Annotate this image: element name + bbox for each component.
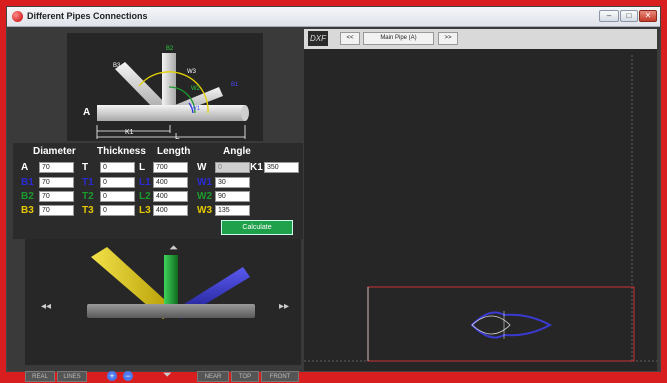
angle-label-w2: W2 — [197, 191, 212, 202]
dxf-intersection-curve — [470, 311, 553, 339]
thickness-input-b3[interactable]: 0 — [100, 205, 135, 216]
view-top-button[interactable]: TOP — [231, 371, 259, 382]
angle-label-w3: W3 — [197, 205, 212, 216]
pipe-diagram: A K1 L B3 B2 B1 W3 W2 W1 — [67, 33, 263, 141]
zoom-in-icon[interactable]: + — [107, 371, 117, 381]
length-label-l: L — [139, 162, 146, 173]
length-input-a[interactable]: 700 — [153, 162, 188, 173]
diagram-label-k1: K1 — [125, 129, 134, 136]
rotate-up-icon[interactable]: ⏶ — [169, 242, 178, 255]
diagram-label-b1: B1 — [231, 82, 239, 88]
angle-input-b2[interactable]: 90 — [215, 191, 250, 202]
zoom-out-icon[interactable]: − — [123, 371, 133, 381]
parameters-panel: Diameter Thickness Length Angle A 70 T 0… — [13, 143, 303, 239]
angle-label-w: W — [197, 162, 207, 173]
thickness-input-b1[interactable]: 0 — [100, 177, 135, 188]
maximize-button[interactable]: □ — [620, 10, 638, 22]
diameter-input-b2[interactable]: 70 — [39, 191, 74, 202]
header-thickness: Thickness — [97, 146, 146, 157]
branch-b3 — [115, 62, 167, 112]
angle-input-b1[interactable]: 30 — [215, 177, 250, 188]
diameter-input-b1[interactable]: 70 — [39, 177, 74, 188]
app-icon — [12, 11, 23, 22]
window-title: Different Pipes Connections — [27, 11, 148, 21]
prev-pipe-button[interactable]: << — [340, 32, 360, 45]
title-bar: Different Pipes Connections – □ ✕ — [7, 7, 660, 27]
view-front-button[interactable]: FRONT — [261, 371, 299, 382]
3d-main-pipe — [87, 304, 255, 318]
app-window: Different Pipes Connections – □ ✕ A K1 L… — [6, 6, 661, 382]
next-pipe-button[interactable]: >> — [438, 32, 458, 45]
main-pipe-end — [241, 105, 249, 121]
length-label-l1: L1 — [139, 177, 151, 188]
row-label-b3: B3 — [21, 205, 34, 216]
thickness-label-t3: T3 — [82, 205, 94, 216]
angle-input-b3[interactable]: 135 — [215, 205, 250, 216]
dxf-toolbar: DXF << Main Pipe (A) >> — [304, 29, 657, 49]
thickness-label-t: T — [82, 162, 89, 173]
branch-b2 — [162, 53, 176, 109]
view-real-button[interactable]: REAL — [25, 371, 55, 382]
minimize-button[interactable]: – — [599, 10, 619, 22]
rotate-left-icon[interactable]: ◂◂ — [41, 301, 51, 312]
view-near-button[interactable]: NEAR — [197, 371, 229, 382]
calculate-button[interactable]: Calculate — [221, 220, 293, 235]
thickness-input-a[interactable]: 0 — [100, 162, 135, 173]
diagram-label-b2: B2 — [166, 46, 174, 52]
diameter-input-a[interactable]: 70 — [39, 162, 74, 173]
length-input-b1[interactable]: 400 — [153, 177, 188, 188]
3d-viewer[interactable]: ⏶ ◂◂ ▸▸ — [25, 239, 301, 365]
header-angle: Angle — [223, 146, 251, 157]
angle-label-w1: W1 — [197, 177, 212, 188]
main-pipe — [97, 105, 245, 121]
left-panel: A K1 L B3 B2 B1 W3 W2 W1 Diameter Thickn… — [13, 29, 303, 382]
pipe-selector-button[interactable]: Main Pipe (A) — [363, 32, 434, 45]
diagram-label-b3: B3 — [113, 63, 121, 69]
length-label-l2: L2 — [139, 191, 151, 202]
row-label-b1: B1 — [21, 177, 34, 188]
dxf-drawing-canvas[interactable] — [304, 49, 657, 371]
3d-pipe-model — [87, 247, 255, 319]
thickness-input-b2[interactable]: 0 — [100, 191, 135, 202]
header-length: Length — [157, 146, 191, 157]
diagram-label-a: A — [83, 107, 90, 118]
k1-label: K1 — [250, 162, 263, 173]
length-input-b2[interactable]: 400 — [153, 191, 188, 202]
dxf-logo: DXF — [308, 31, 328, 46]
dxf-panel: DXF << Main Pipe (A) >> — [304, 29, 657, 371]
row-label-b2: B2 — [21, 191, 34, 202]
header-diameter: Diameter — [33, 146, 76, 157]
row-label-a: A — [21, 162, 29, 173]
diagram-label-w2: W2 — [191, 86, 201, 92]
length-label-l3: L3 — [139, 205, 151, 216]
close-button[interactable]: ✕ — [639, 10, 657, 22]
pipe-diagram-drawing: A K1 L B3 B2 B1 W3 W2 W1 — [83, 46, 249, 141]
view-lines-button[interactable]: LINES — [57, 371, 87, 382]
diagram-label-l: L — [175, 132, 180, 141]
dxf-border-rect — [367, 286, 635, 362]
rotate-down-icon[interactable]: ⏷ — [163, 369, 172, 382]
diagram-label-w3: W3 — [187, 69, 197, 75]
rotate-right-icon[interactable]: ▸▸ — [279, 301, 289, 312]
diameter-input-b3[interactable]: 70 — [39, 205, 74, 216]
thickness-label-t2: T2 — [82, 191, 94, 202]
thickness-label-t1: T1 — [82, 177, 94, 188]
k1-input[interactable]: 350 — [264, 162, 299, 173]
diagram-label-w1: W1 — [191, 106, 201, 112]
angle-input-a[interactable]: 0 — [215, 162, 250, 173]
length-input-b3[interactable]: 400 — [153, 205, 188, 216]
